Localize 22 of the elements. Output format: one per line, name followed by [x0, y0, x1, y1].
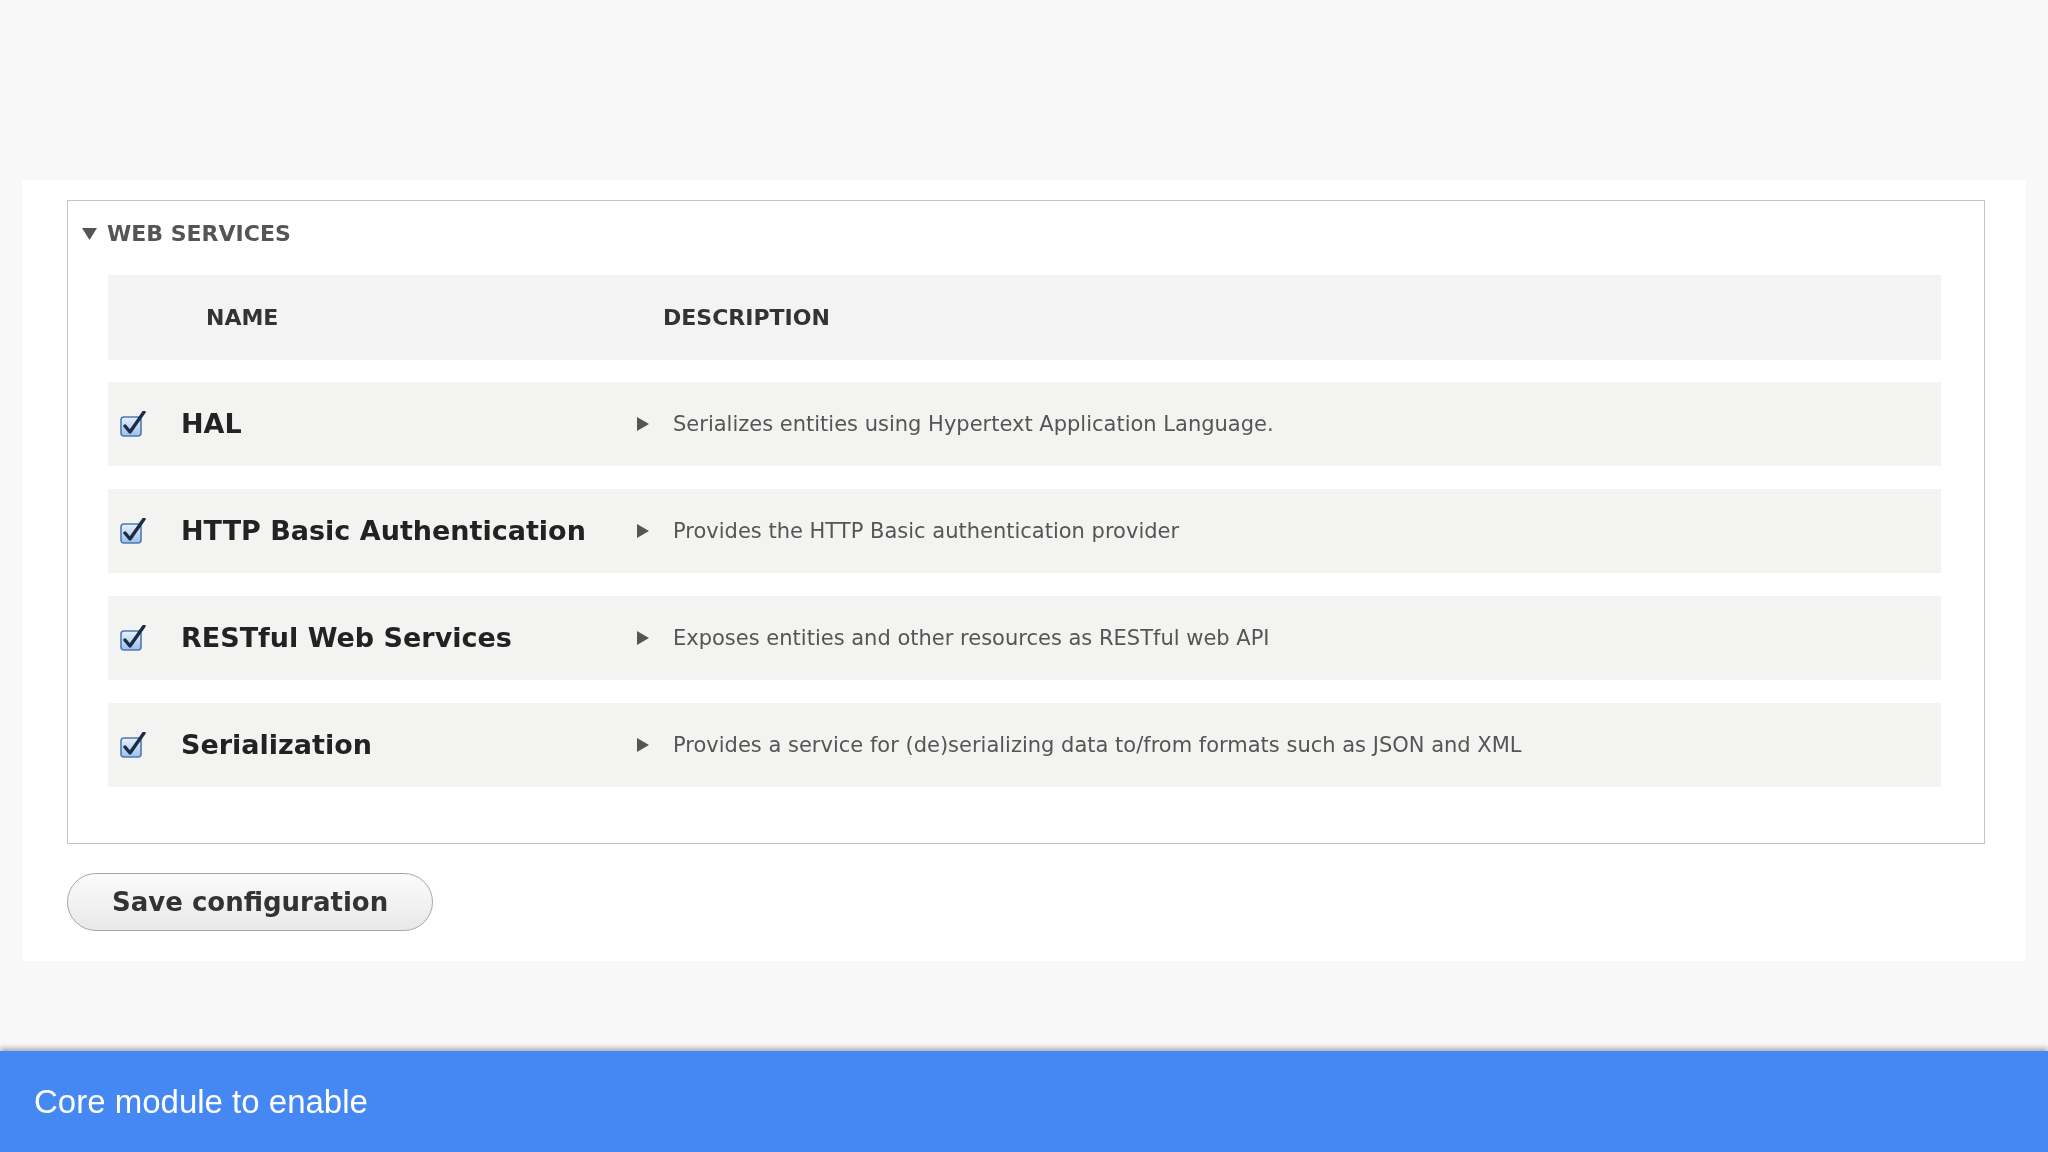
save-button[interactable]: Save configuration [67, 873, 434, 932]
module-description: Provides the HTTP Basic authentication provider [673, 517, 1180, 545]
checkbox[interactable] [120, 625, 146, 652]
column-header: NAME [206, 304, 280, 333]
caret-down-icon[interactable] [82, 228, 97, 241]
section-toggle[interactable]: WEB SERVICES [82, 221, 291, 248]
module-description: Exposes entities and other resources as RESTful web API [673, 624, 1270, 652]
caret-right-icon[interactable] [637, 417, 649, 432]
caret-right-icon[interactable] [637, 631, 649, 646]
module-name: HTTP Basic Authentication [181, 514, 586, 549]
module-description: Provides a service for (de)serializing data to/from formats such as JSON and XML [673, 731, 1522, 759]
caption-text: Core module to enable [34, 1081, 368, 1122]
module-name: Serialization [181, 728, 372, 763]
checkbox[interactable] [120, 411, 146, 438]
module-name: HAL [181, 407, 242, 442]
module-name: RESTful Web Services [181, 621, 512, 656]
caret-right-icon[interactable] [637, 524, 649, 539]
column-header: DESCRIPTION [663, 304, 830, 333]
checkbox[interactable] [120, 732, 146, 759]
caret-right-icon[interactable] [637, 738, 649, 753]
module-description: Serializes entities using Hypertext Application Language. [673, 410, 1274, 438]
checkbox[interactable] [120, 518, 146, 545]
